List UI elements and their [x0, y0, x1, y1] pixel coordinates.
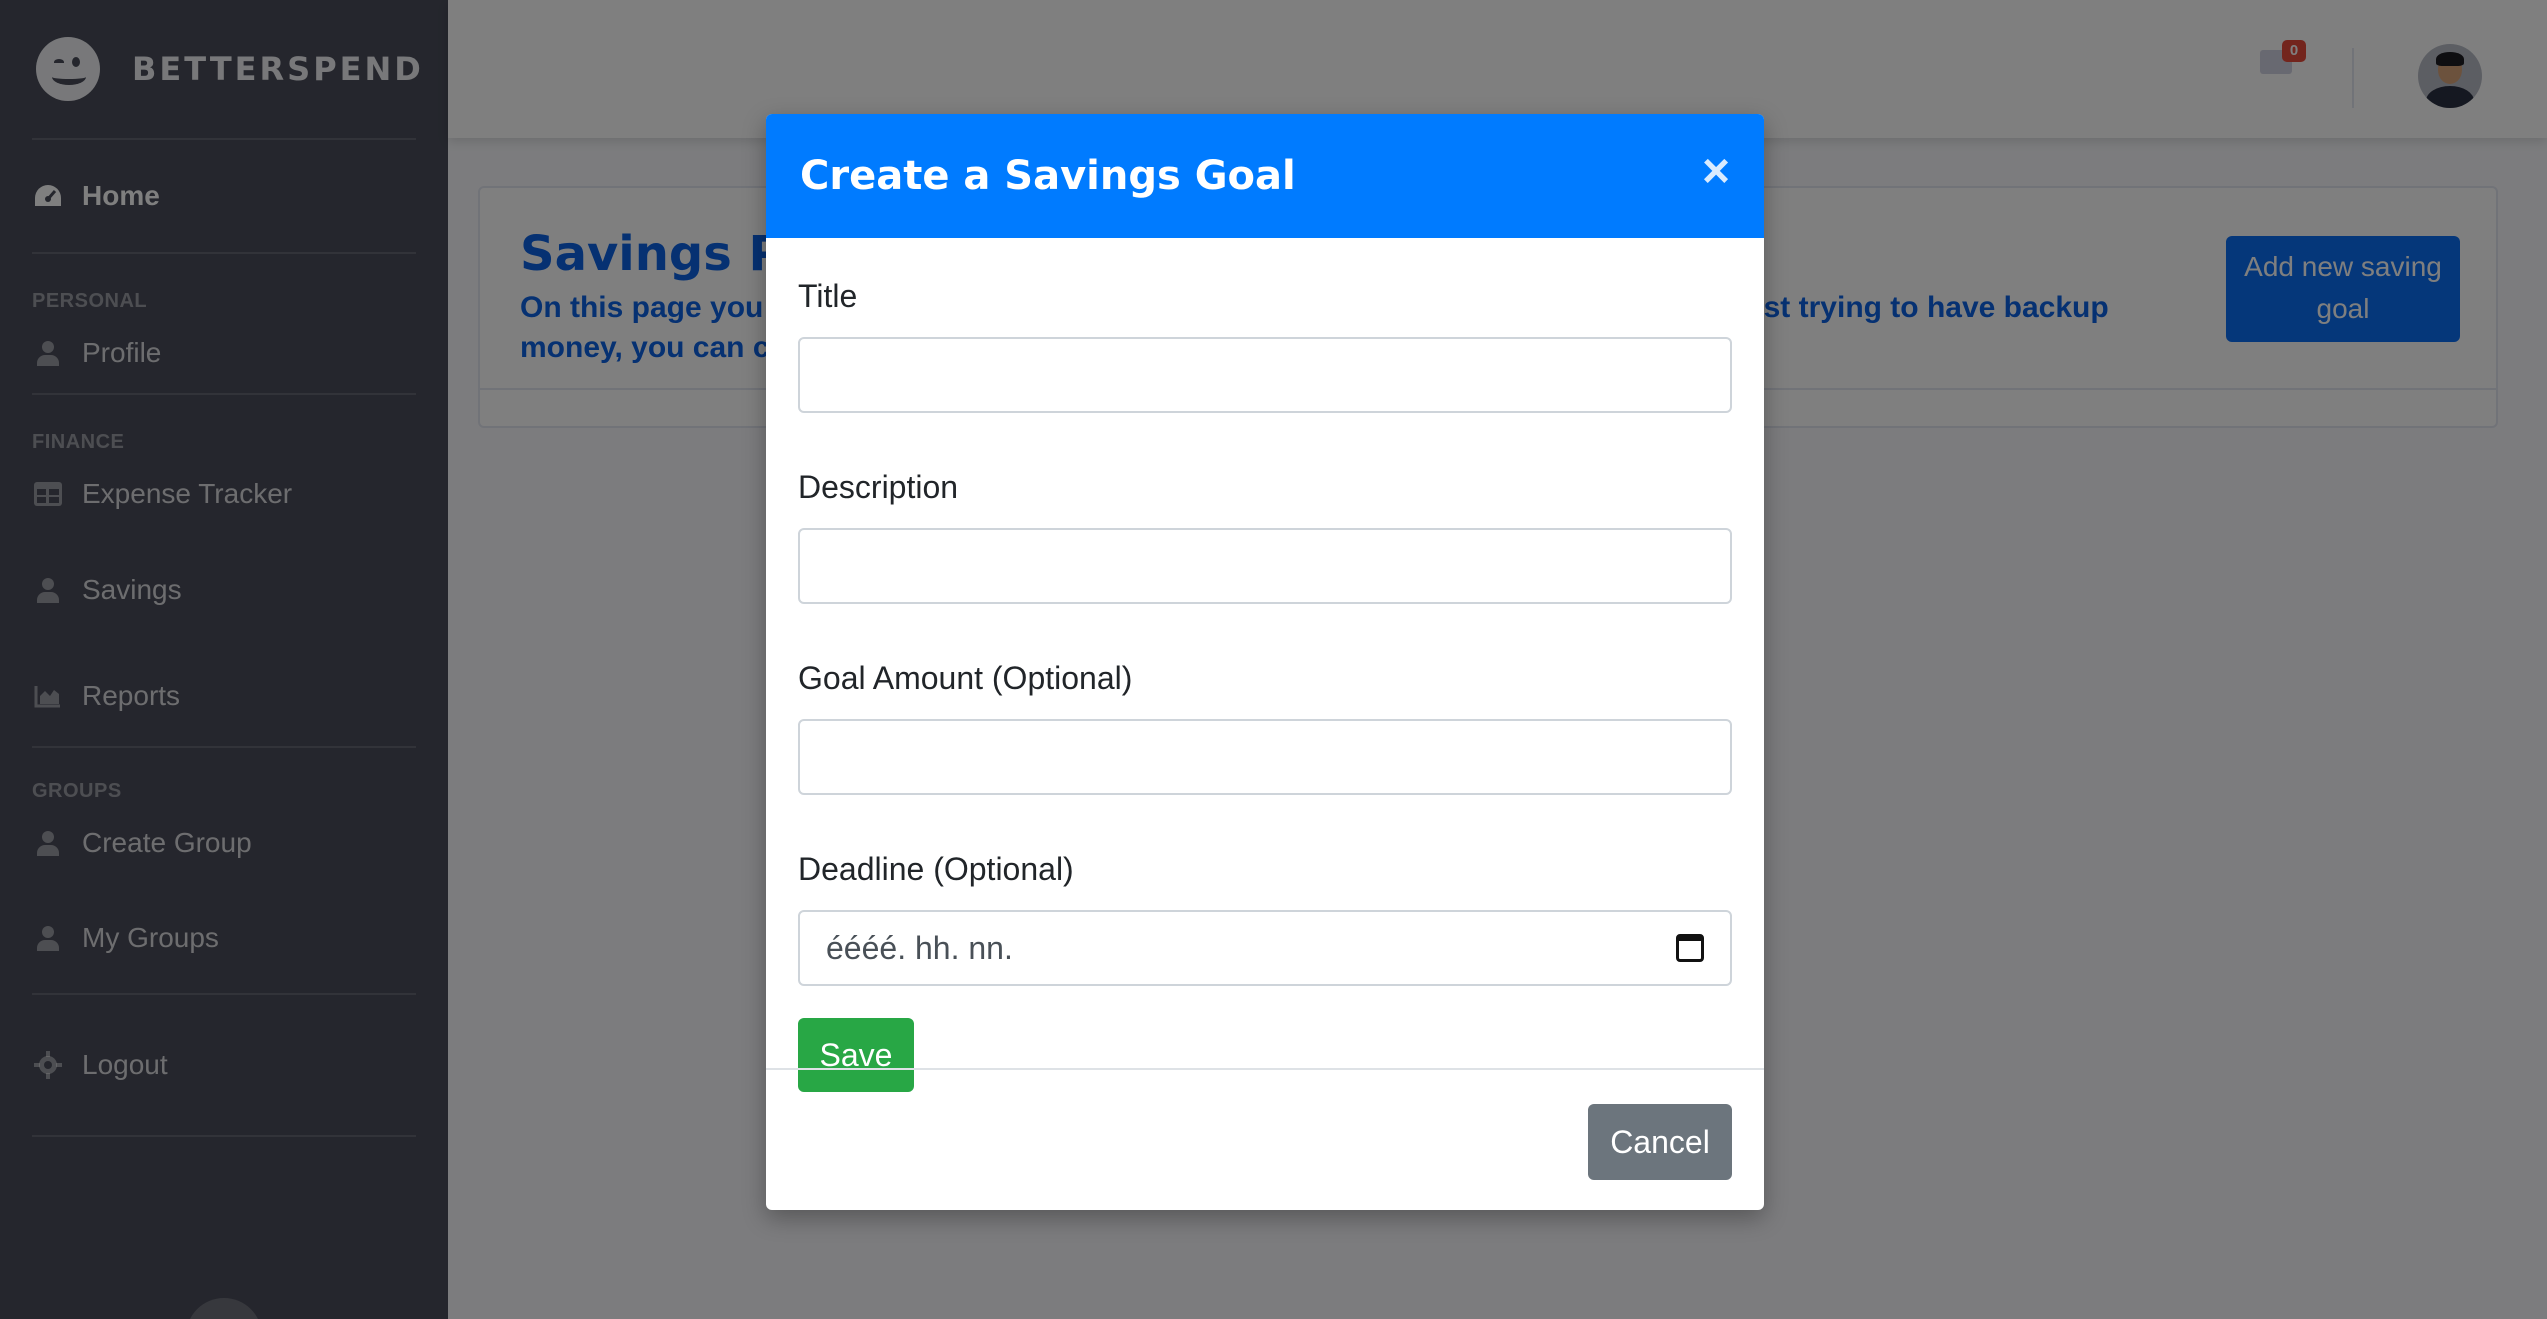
title-input[interactable]	[798, 337, 1732, 413]
modal-body: Title Description Goal Amount (Optional)…	[766, 238, 1764, 1092]
title-label: Title	[798, 278, 858, 314]
description-label: Description	[798, 469, 959, 505]
deadline-date-input[interactable]: éééé. hh. nn.	[798, 910, 1732, 986]
modal-header: Create a Savings Goal ×	[766, 114, 1764, 238]
deadline-placeholder: éééé. hh. nn.	[826, 929, 1013, 966]
close-icon[interactable]: ×	[1702, 148, 1730, 196]
description-input[interactable]	[798, 528, 1732, 604]
create-savings-goal-modal: Create a Savings Goal × Title Descriptio…	[766, 114, 1764, 1210]
goal-amount-input[interactable]	[798, 719, 1732, 795]
deadline-label: Deadline (Optional)	[798, 851, 1074, 887]
modal-title: Create a Savings Goal	[800, 153, 1296, 199]
modal-footer: Cancel	[766, 1068, 1764, 1210]
calendar-icon[interactable]	[1676, 934, 1704, 962]
goal-amount-label: Goal Amount (Optional)	[798, 660, 1133, 696]
cancel-button[interactable]: Cancel	[1588, 1104, 1732, 1180]
